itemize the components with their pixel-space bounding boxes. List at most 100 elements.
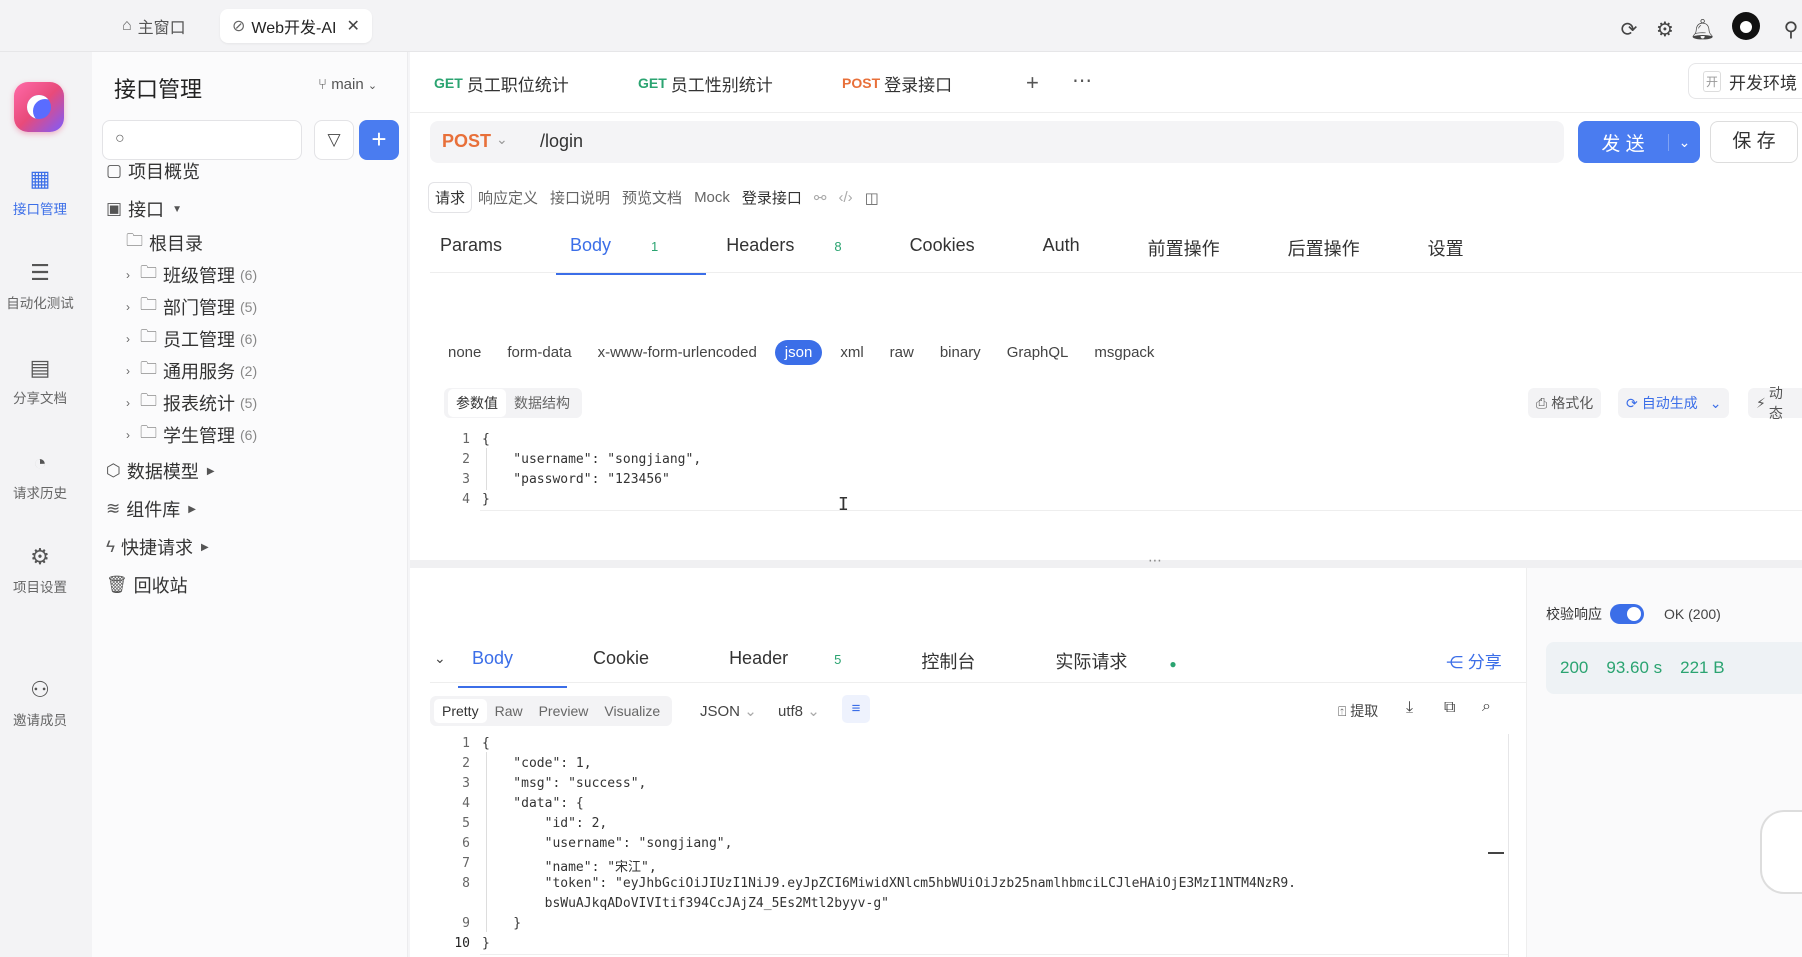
chevron-down-icon[interactable]: ⌄ [1710,395,1722,412]
environment-selector[interactable]: 开开发环境 [1688,63,1802,99]
add-button[interactable]: + [359,120,399,160]
chevron-down-icon: ⌄ [807,703,820,720]
code-icon[interactable]: ‹/› [833,185,859,210]
api-tab-active[interactable]: POST 登录接口 [842,66,953,100]
window-tab-project[interactable]: ⊘ Web开发-AI ✕ [220,9,372,43]
rail-item-settings[interactable]: ⚙ 项目设置 [0,544,80,596]
body-type-none[interactable]: none [448,344,481,361]
body-type-urlencoded[interactable]: x-www-form-urlencoded [598,344,757,361]
tab-auth[interactable]: Auth [1043,235,1114,275]
tab-body[interactable]: Body 1 [555,235,707,275]
view-pretty[interactable]: Pretty [434,699,487,723]
filter-button[interactable]: ▽ [314,120,354,160]
wrap-icon[interactable]: ≡ [842,695,870,723]
format-select[interactable]: JSON ⌄ [700,702,757,720]
method-select[interactable]: POST [442,131,491,152]
tree-folder[interactable]: › 🗀︎ 班级管理 (6) [126,260,257,289]
close-icon[interactable]: ✕ [346,16,359,36]
tab-pre-ops[interactable]: 前置操作 [1148,235,1254,275]
view-raw[interactable]: Raw [487,699,531,723]
subtab-description[interactable]: 接口说明 [544,183,616,212]
rail-item-share-docs[interactable]: ▤ 分享文档 [0,355,80,407]
res-tab-actual-request[interactable]: 实际请求 ● [1055,648,1216,674]
subtab-response-def[interactable]: 响应定义 [472,183,544,212]
window-tab-home[interactable]: ⌂ 主窗口 [110,9,198,43]
body-type-xml[interactable]: xml [840,344,863,361]
rail-item-automation[interactable]: ☰ 自动化测试 [0,260,80,312]
search-icon[interactable]: ⌕ [1482,698,1491,716]
view-visualize[interactable]: Visualize [596,699,668,723]
body-type-form-data[interactable]: form-data [507,344,571,361]
tree-item-overview[interactable]: ▢ 项目概览 [106,158,200,184]
auto-generate-button[interactable]: ⟳ 自动生成 ⌄ [1618,388,1730,418]
tab-post-ops[interactable]: 后置操作 [1288,235,1394,275]
tree-folder[interactable]: › 🗀︎ 部门管理 (5) [126,292,257,321]
rail-item-api-management[interactable]: ▦ 接口管理 [0,166,80,218]
extract-button[interactable]: ⍐ 提取 [1338,701,1378,721]
subtab-request[interactable]: 请求 [428,182,473,213]
rail-item-history[interactable]: ◔ 请求历史 [0,450,80,502]
api-tab[interactable]: GET 员工职位统计 [434,66,569,100]
segment-values[interactable]: 参数值 [448,389,506,417]
scrollbar-thumb[interactable] [1488,852,1504,854]
tree-item-apis[interactable]: ▣ 接口 ▼ [106,196,182,222]
send-button[interactable]: 发 送 ⌄ [1578,121,1700,163]
res-tab-console[interactable]: 控制台 [921,648,1015,674]
download-icon[interactable]: ⤓ [1406,699,1413,717]
tree-item-root[interactable]: 🗀︎ 根目录 [126,228,203,257]
dynamic-button[interactable]: ⚡︎ 动态 [1748,385,1802,421]
status-dot: ● [1169,657,1177,671]
floating-assistant-icon[interactable] [1760,810,1802,894]
body-type-graphql[interactable]: GraphQL [1007,344,1069,361]
layout-icon[interactable]: ◫ [859,185,885,211]
res-tab-cookie[interactable]: Cookie [593,648,689,674]
tree-folder[interactable]: › 🗀︎ 通用服务 (2) [126,356,257,385]
drag-handle-icon[interactable]: ⋯ [1148,552,1162,569]
body-type-binary[interactable]: binary [940,344,981,361]
api-tab[interactable]: GET 员工性别统计 [638,66,773,100]
refresh-icon[interactable]: ⟳ [1618,17,1640,42]
response-body-viewer[interactable]: 1{ 2 "code": 1, 3 "msg": "success", 4 "d… [430,734,1508,957]
tree-item-quick[interactable]: ϟ 快捷请求 ▶ [106,534,209,560]
panel-splitter[interactable]: ⋯ [410,552,1802,568]
tab-cookies[interactable]: Cookies [910,235,1009,275]
tab-headers[interactable]: Headers 8 [726,235,875,275]
subtab-mock[interactable]: Mock [688,185,736,210]
body-type-msgpack[interactable]: msgpack [1094,344,1154,361]
tree-folder[interactable]: › 🗀︎ 员工管理 (6) [126,324,257,353]
tree-folder[interactable]: › 🗀︎ 报表统计 (5) [126,388,257,417]
segment-schema[interactable]: 数据结构 [506,389,578,417]
tree-item-components[interactable]: ≋ 组件库 ▶ [106,496,196,522]
body-type-raw[interactable]: raw [890,344,914,361]
gear-icon[interactable]: ⚙ [1654,17,1676,42]
request-body-editor[interactable]: 1{ 2 "username": "songjiang", 3 "passwor… [430,430,1802,548]
format-button[interactable]: ⎙ 格式化 [1528,388,1602,418]
rail-item-invite[interactable]: ⚇ 邀请成员 [0,677,80,729]
res-tab-header[interactable]: Header 5 [729,648,881,674]
res-tab-body[interactable]: Body [457,648,568,688]
branch-selector[interactable]: ⑂ main ⌄ [318,76,377,93]
more-icon[interactable]: ⋯ [1072,68,1092,93]
tree-folder[interactable]: › 🗀︎ 学生管理 (6) [126,420,257,449]
tree-item-models[interactable]: ⬡ 数据模型 ▶ [106,458,215,484]
bell-icon[interactable]: 🔔︎ [1690,17,1715,42]
chevron-down-icon[interactable]: ⌄ [1668,133,1700,151]
share-button[interactable]: ⋲ 分享 [1446,648,1502,673]
avatar[interactable] [1726,12,1766,46]
save-button[interactable]: 保 存 [1710,121,1798,163]
tab-params[interactable]: Params [440,235,536,275]
tree-item-trash[interactable]: 🗑︎ 回收站 [106,572,188,598]
tab-settings[interactable]: 设置 [1428,235,1498,275]
pin-icon[interactable]: ⚲ [1780,17,1802,42]
encoding-select[interactable]: utf8 ⌄ [778,702,820,720]
subtab-preview[interactable]: 预览文档 [616,183,688,212]
link-icon[interactable]: ⚯ [808,185,833,211]
search-input[interactable]: ○ [102,120,302,160]
body-type-json[interactable]: json [774,340,823,365]
validate-toggle[interactable] [1610,604,1644,624]
view-preview[interactable]: Preview [531,699,597,723]
url-input[interactable]: /login [540,131,583,152]
chevron-down-icon[interactable]: ⌄ [496,131,508,148]
copy-icon[interactable]: ⧉ [1444,699,1455,717]
new-tab-button[interactable]: + [1026,70,1039,96]
